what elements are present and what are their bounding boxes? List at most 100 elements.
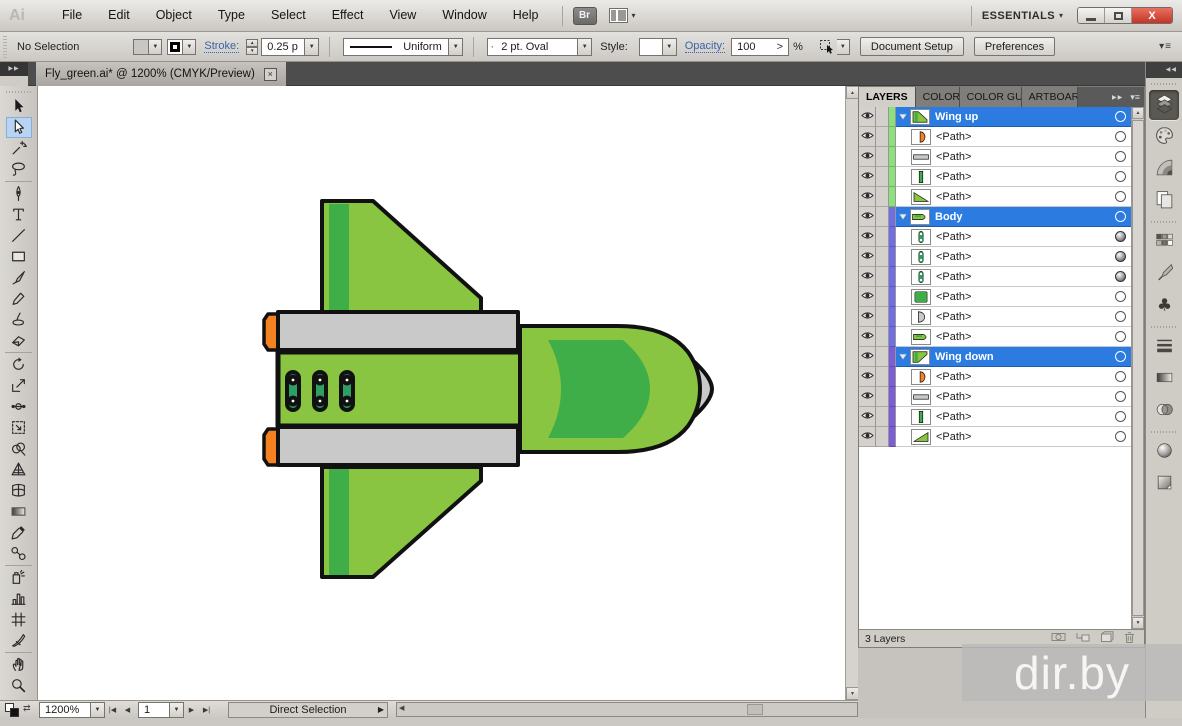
path-row[interactable]: <Path> [859,167,1131,187]
zoom-tool[interactable] [6,675,32,696]
lock-toggle[interactable] [876,407,889,427]
perspective-grid-tool[interactable] [6,459,32,480]
tab-artboards[interactable]: ARTBOARDS [1022,87,1078,107]
expand-triangle-icon[interactable] [896,353,910,361]
target-ring-icon[interactable] [1115,431,1126,442]
layer-row-content[interactable]: <Path> [896,247,1131,267]
layer-row-content[interactable]: <Path> [896,427,1131,447]
expand-triangle-icon[interactable] [896,213,910,221]
direct-selection-tool[interactable] [6,117,32,138]
magic-wand-tool[interactable] [6,138,32,159]
opacity-combo[interactable]: 100 > [731,38,789,56]
target-ring-icon[interactable] [1115,351,1126,362]
scale-tool[interactable] [6,375,32,396]
layer-row-content[interactable]: <Path> [896,407,1131,427]
first-artboard-button[interactable]: |◀ [105,703,120,717]
next-artboard-button[interactable]: ▶ [184,703,199,717]
layers-panel-button[interactable] [1149,90,1179,120]
document-setup-button[interactable]: Document Setup [860,37,964,56]
select-similar-icon[interactable] [819,39,837,55]
scroll-down-icon[interactable]: ▼ [1132,617,1144,629]
visibility-toggle[interactable] [859,287,876,307]
visibility-toggle[interactable] [859,367,876,387]
panel-grip[interactable] [6,88,31,96]
target-ring-icon[interactable] [1115,391,1126,402]
layer-row-content[interactable]: Wing up [896,107,1131,127]
layer-row-content[interactable]: <Path> [896,267,1131,287]
path-row[interactable]: <Path> [859,287,1131,307]
artboards-panel-button[interactable] [1149,186,1179,216]
minimize-button[interactable] [1078,8,1105,23]
width-profile-combo[interactable]: Uniform ▼ [343,38,463,56]
expand-triangle-icon[interactable] [896,113,910,121]
target-ring-icon[interactable] [1115,111,1126,122]
visibility-toggle[interactable] [859,187,876,207]
layer-row-content[interactable]: <Path> [896,387,1131,407]
path-row[interactable]: <Path> [859,367,1131,387]
workspace-switcher[interactable]: ESSENTIALS [982,10,1055,22]
visibility-toggle[interactable] [859,267,876,287]
lock-toggle[interactable] [876,287,889,307]
path-row[interactable]: <Path> [859,227,1131,247]
visibility-toggle[interactable] [859,387,876,407]
rotate-tool[interactable] [6,354,32,375]
target-ring-icon[interactable] [1115,211,1126,222]
width-tool[interactable] [6,396,32,417]
close-document-icon[interactable]: × [264,68,277,81]
tab-color[interactable]: COLOR [916,87,960,107]
type-tool[interactable] [6,204,32,225]
hand-tool[interactable] [6,654,32,675]
lock-toggle[interactable] [876,247,889,267]
path-row[interactable]: <Path> [859,427,1131,447]
visibility-toggle[interactable] [859,327,876,347]
gradient-tool[interactable] [6,501,32,522]
scroll-left-icon[interactable]: ◀ [399,704,404,712]
lock-toggle[interactable] [876,167,889,187]
paintbrush-tool[interactable] [6,267,32,288]
document-tab[interactable]: Fly_green.ai* @ 1200% (CMYK/Preview) × [36,62,286,86]
fill-stroke-indicator[interactable]: ⇄ [3,702,35,718]
target-ring-icon[interactable] [1115,371,1126,382]
menu-object[interactable]: Object [143,0,205,31]
blob-brush-tool[interactable] [6,309,32,330]
layer-row-content[interactable]: <Path> [896,127,1131,147]
path-row[interactable]: <Path> [859,327,1131,347]
lock-toggle[interactable] [876,307,889,327]
layer-row-content[interactable]: <Path> [896,287,1131,307]
lock-toggle[interactable] [876,327,889,347]
visibility-toggle[interactable] [859,127,876,147]
transparency-panel-button[interactable] [1149,396,1179,426]
layer-row-content[interactable]: <Path> [896,367,1131,387]
lock-toggle[interactable] [876,267,889,287]
canvas[interactable] [38,86,845,700]
appearance-panel-button[interactable] [1149,437,1179,467]
layer-row[interactable]: Body [859,207,1131,227]
stroke-weight-combo[interactable]: 0.25 p ▼ [261,38,319,56]
lock-toggle[interactable] [876,127,889,147]
target-ring-icon[interactable] [1115,331,1126,342]
layer-row[interactable]: Wing down [859,347,1131,367]
path-row[interactable]: <Path> [859,407,1131,427]
free-transform-tool[interactable] [6,417,32,438]
panel-menu-icon[interactable]: ▾≡ [1130,92,1140,103]
layer-row-content[interactable]: <Path> [896,227,1131,247]
lock-toggle[interactable] [876,147,889,167]
scrollbar-thumb[interactable] [747,704,763,715]
layer-row[interactable]: Wing up [859,107,1131,127]
path-row[interactable]: <Path> [859,187,1131,207]
color-panel-button[interactable] [1149,122,1179,152]
control-panel-menu-icon[interactable]: ▾≡ [1159,41,1172,52]
brushes-panel-button[interactable] [1149,259,1179,289]
layers-scrollbar[interactable]: ▲ ▼ [1131,107,1144,629]
path-row[interactable]: <Path> [859,387,1131,407]
path-row[interactable]: <Path> [859,307,1131,327]
layer-row-content[interactable]: <Path> [896,167,1131,187]
visibility-toggle[interactable] [859,167,876,187]
column-graph-tool[interactable] [6,588,32,609]
menu-effect[interactable]: Effect [319,0,377,31]
layer-row-content[interactable]: <Path> [896,147,1131,167]
target-ring-icon[interactable] [1115,191,1126,202]
artboard-tool[interactable] [6,609,32,630]
graphic-style-combo[interactable]: ▼ [639,38,677,56]
current-tool-status[interactable]: Direct Selection ▶ [228,702,388,718]
